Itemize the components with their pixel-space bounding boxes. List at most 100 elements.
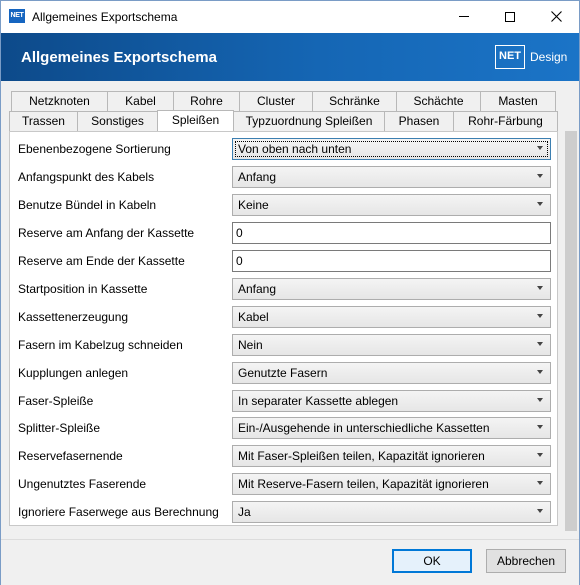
close-icon bbox=[550, 11, 562, 22]
tab-rohr-faerbung[interactable]: Rohr-Färbung bbox=[453, 111, 558, 131]
sort-order-dropdown[interactable]: Von oben nach unten bbox=[232, 138, 551, 160]
tab-typzuordnung-spleissen[interactable]: Typzuordnung Spleißen bbox=[233, 111, 385, 131]
tab-phasen[interactable]: Phasen bbox=[384, 111, 454, 131]
dialog-footer: OK Abbrechen bbox=[1, 539, 579, 585]
dropdown-value: Genutzte Fasern bbox=[238, 366, 328, 380]
tab-trassen[interactable]: Trassen bbox=[9, 111, 78, 131]
maximize-button[interactable] bbox=[487, 1, 533, 32]
cable-start-dropdown[interactable]: Anfang bbox=[232, 166, 551, 188]
setting-row: Fasern im Kabelzug schneiden Nein bbox=[10, 334, 557, 356]
tab-rohre[interactable]: Rohre bbox=[173, 91, 240, 111]
setting-label: Kassettenerzeugung bbox=[18, 310, 129, 324]
setting-label: Reserve am Ende der Kassette bbox=[18, 254, 185, 268]
setting-row: Startposition in Kassette Anfang bbox=[10, 278, 557, 300]
dialog-header: Allgemeines Exportschema NET Design bbox=[1, 33, 579, 81]
setting-label: Reservefasernende bbox=[18, 449, 123, 463]
cut-fibers-dropdown[interactable]: Nein bbox=[232, 334, 551, 356]
tab-sonstiges[interactable]: Sonstiges bbox=[77, 111, 158, 131]
setting-row: Kassettenerzeugung Kabel bbox=[10, 306, 557, 328]
dropdown-value: Ein-/Ausgehende in unterschiedliche Kass… bbox=[238, 421, 490, 435]
tab-kabel[interactable]: Kabel bbox=[107, 91, 174, 111]
chevron-down-icon bbox=[537, 174, 543, 178]
reserve-end-input[interactable]: 0 bbox=[232, 250, 551, 272]
brand-logo-mark: NET bbox=[495, 45, 525, 69]
setting-label: Anfangspunkt des Kabels bbox=[18, 170, 155, 184]
chevron-down-icon bbox=[537, 286, 543, 290]
unused-fiber-end-dropdown[interactable]: Mit Reserve-Fasern teilen, Kapazität ign… bbox=[232, 473, 551, 495]
reserve-start-input[interactable]: 0 bbox=[232, 222, 551, 244]
setting-label: Fasern im Kabelzug schneiden bbox=[18, 338, 183, 352]
app-icon: NET bbox=[9, 9, 25, 23]
chevron-down-icon bbox=[537, 342, 543, 346]
minimize-button[interactable] bbox=[441, 1, 487, 32]
dropdown-value: Kabel bbox=[238, 310, 269, 324]
tab-cluster[interactable]: Cluster bbox=[239, 91, 313, 111]
chevron-down-icon bbox=[537, 146, 543, 150]
splitter-splices-dropdown[interactable]: Ein-/Ausgehende in unterschiedliche Kass… bbox=[232, 417, 551, 439]
setting-row: Ungenutztes Faserende Mit Reserve-Fasern… bbox=[10, 473, 557, 495]
tab-masten[interactable]: Masten bbox=[480, 91, 556, 111]
setting-row: Reserve am Ende der Kassette 0 bbox=[10, 250, 557, 272]
couplings-dropdown[interactable]: Genutzte Fasern bbox=[232, 362, 551, 384]
tab-netzknoten[interactable]: Netzknoten bbox=[11, 91, 108, 111]
header-title: Allgemeines Exportschema bbox=[21, 49, 217, 66]
fiber-splices-dropdown[interactable]: In separater Kassette ablegen bbox=[232, 390, 551, 412]
cassette-generation-dropdown[interactable]: Kabel bbox=[232, 306, 551, 328]
chevron-down-icon bbox=[537, 202, 543, 206]
chevron-down-icon bbox=[537, 509, 543, 513]
dropdown-value: Mit Faser-Spleißen teilen, Kapazität ign… bbox=[238, 449, 485, 463]
setting-row: Faser-Spleiße In separater Kassette able… bbox=[10, 390, 557, 412]
setting-row: Splitter-Spleiße Ein-/Ausgehende in unte… bbox=[10, 417, 557, 439]
reserve-fiber-end-dropdown[interactable]: Mit Faser-Spleißen teilen, Kapazität ign… bbox=[232, 445, 551, 467]
start-position-dropdown[interactable]: Anfang bbox=[232, 278, 551, 300]
window-title: Allgemeines Exportschema bbox=[32, 10, 178, 24]
bundle-dropdown[interactable]: Keine bbox=[232, 194, 551, 216]
chevron-down-icon bbox=[537, 314, 543, 318]
minimize-icon bbox=[459, 16, 469, 17]
setting-row: Anfangspunkt des Kabels Anfang bbox=[10, 166, 557, 188]
setting-row: Ebenenbezogene Sortierung Von oben nach … bbox=[10, 138, 557, 160]
tab-schaechte[interactable]: Schächte bbox=[396, 91, 481, 111]
setting-row: Reservefasernende Mit Faser-Spleißen tei… bbox=[10, 445, 557, 467]
setting-label: Reserve am Anfang der Kassette bbox=[18, 226, 195, 240]
dropdown-value: Mit Reserve-Fasern teilen, Kapazität ign… bbox=[238, 477, 489, 491]
setting-label: Ungenutztes Faserende bbox=[18, 477, 147, 491]
dialog-window: NET Allgemeines Exportschema Allgemeines… bbox=[0, 0, 580, 585]
setting-label: Ignoriere Faserwege aus Berechnung bbox=[18, 505, 219, 519]
brand-logo-text: Design bbox=[530, 50, 568, 64]
setting-label: Faser-Spleiße bbox=[18, 394, 94, 408]
chevron-down-icon bbox=[537, 398, 543, 402]
cancel-button[interactable]: Abbrechen bbox=[486, 549, 566, 573]
chevron-down-icon bbox=[537, 425, 543, 429]
chevron-down-icon bbox=[537, 453, 543, 457]
ok-button[interactable]: OK bbox=[392, 549, 472, 573]
tab-schraenke[interactable]: Schränke bbox=[312, 91, 397, 111]
setting-row: Reserve am Anfang der Kassette 0 bbox=[10, 222, 557, 244]
setting-label: Splitter-Spleiße bbox=[18, 421, 101, 435]
setting-row: Kupplungen anlegen Genutzte Fasern bbox=[10, 362, 557, 384]
setting-label: Startposition in Kassette bbox=[18, 282, 148, 296]
scrollbar-thumb[interactable] bbox=[565, 131, 577, 531]
dropdown-value: Anfang bbox=[238, 170, 277, 184]
ignore-fiber-paths-dropdown[interactable]: Ja bbox=[232, 501, 551, 523]
dropdown-value: Von oben nach unten bbox=[238, 142, 352, 156]
setting-label: Ebenenbezogene Sortierung bbox=[18, 142, 171, 156]
tab-spleissen[interactable]: Spleißen bbox=[157, 110, 234, 132]
input-value: 0 bbox=[236, 226, 243, 240]
chevron-down-icon bbox=[537, 370, 543, 374]
dropdown-value: In separater Kassette ablegen bbox=[238, 394, 399, 408]
dropdown-value: Keine bbox=[238, 198, 269, 212]
settings-panel: Ebenenbezogene Sortierung Von oben nach … bbox=[9, 131, 558, 526]
setting-row: Ignoriere Faserwege aus Berechnung Ja bbox=[10, 501, 557, 523]
close-button[interactable] bbox=[533, 1, 579, 32]
dropdown-value: Ja bbox=[238, 505, 251, 519]
setting-label: Benutze Bündel in Kabeln bbox=[18, 198, 157, 212]
maximize-icon bbox=[505, 11, 515, 22]
dropdown-value: Anfang bbox=[238, 282, 277, 296]
setting-label: Kupplungen anlegen bbox=[18, 366, 129, 380]
input-value: 0 bbox=[236, 254, 243, 268]
vertical-scrollbar[interactable] bbox=[563, 131, 579, 531]
dropdown-value: Nein bbox=[238, 338, 263, 352]
setting-row: Benutze Bündel in Kabeln Keine bbox=[10, 194, 557, 216]
title-bar[interactable]: NET Allgemeines Exportschema bbox=[1, 1, 579, 33]
